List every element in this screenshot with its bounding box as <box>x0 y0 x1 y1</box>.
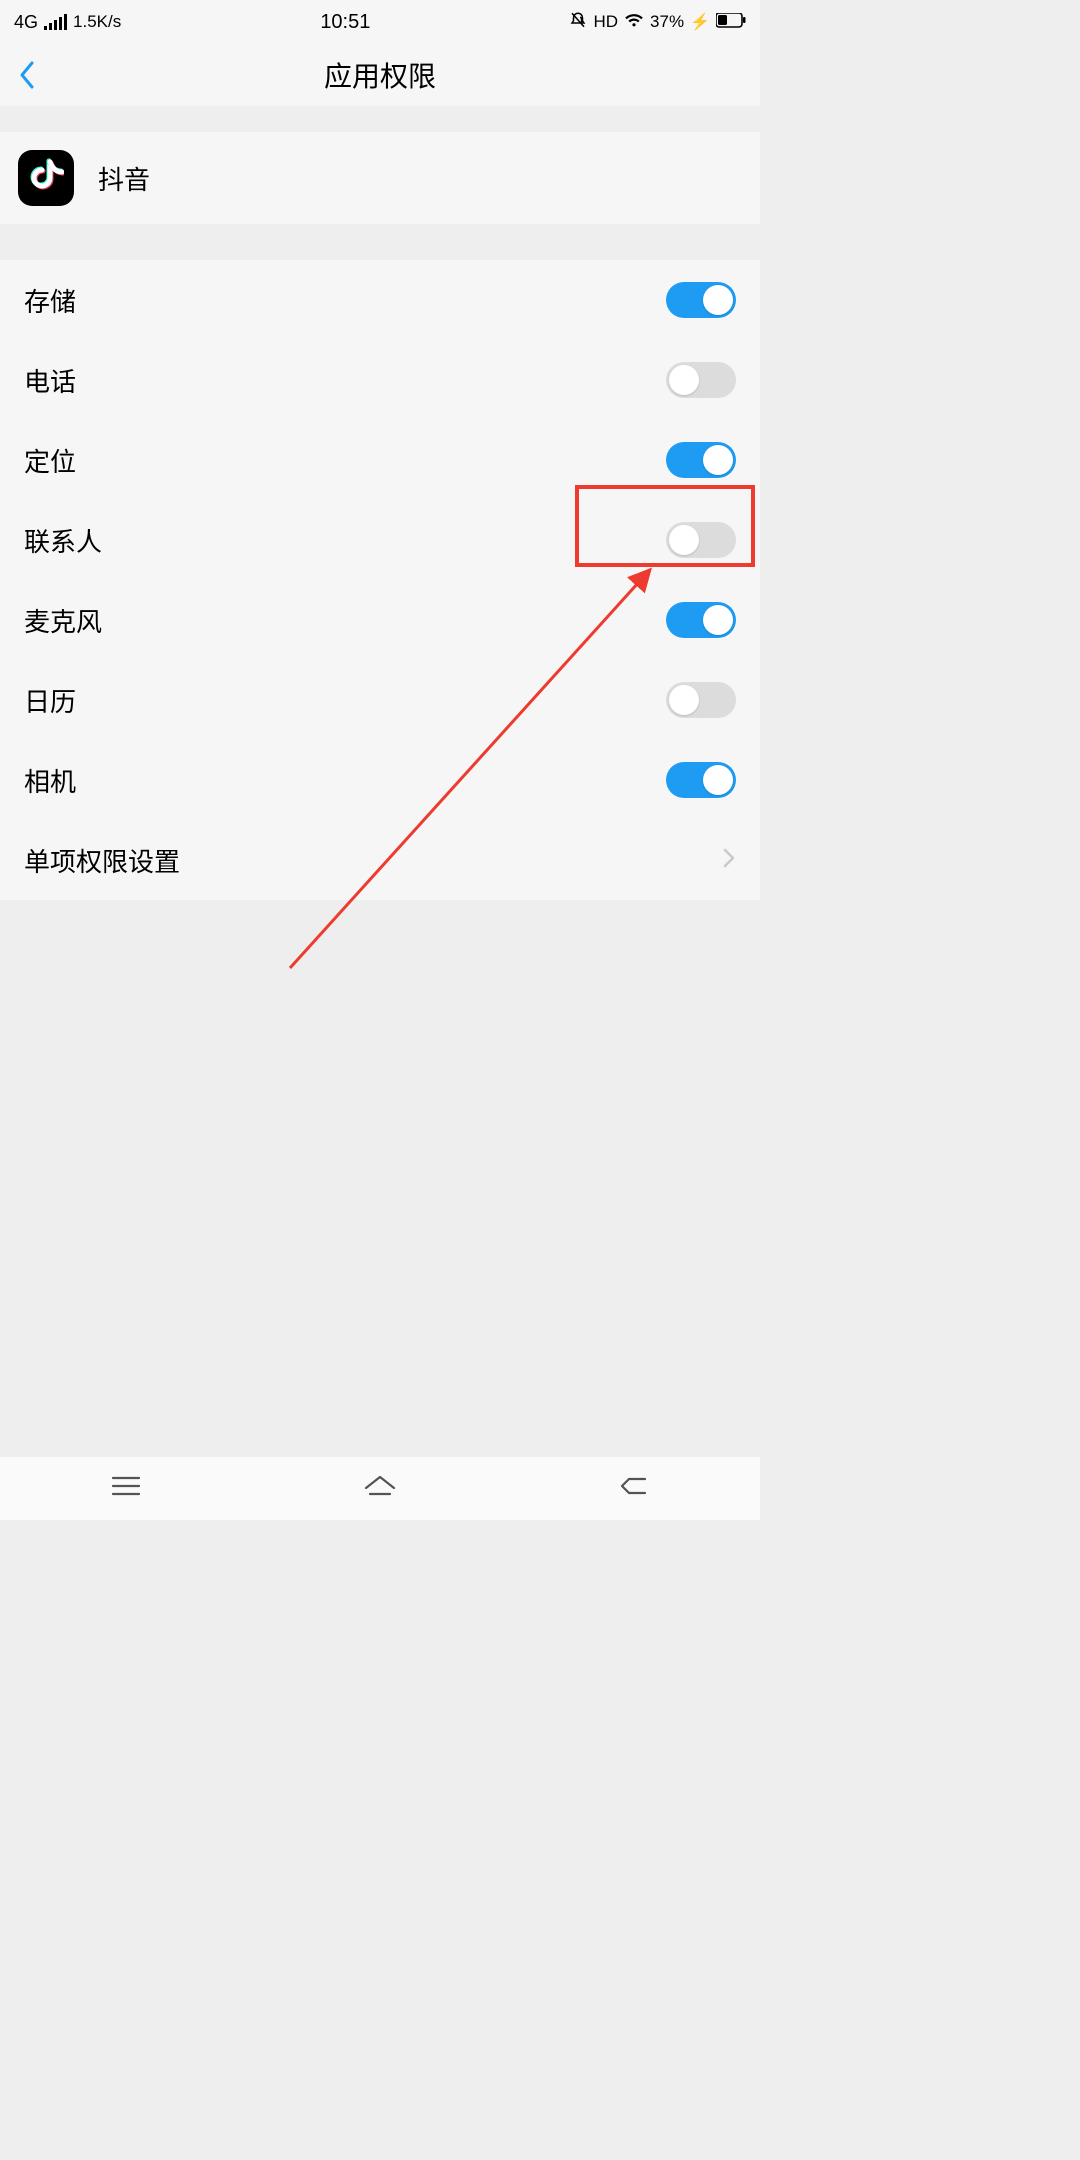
charging-icon: ⚡ <box>690 12 710 32</box>
mute-icon <box>569 11 587 34</box>
perm-label: 联系人 <box>24 522 102 559</box>
signal-icon <box>44 14 67 30</box>
perm-label: 单项权限设置 <box>24 842 180 879</box>
perm-label: 存储 <box>24 282 76 319</box>
perm-row-storage: 存储 <box>0 260 760 340</box>
status-right: HD 37% ⚡ <box>569 11 746 34</box>
app-icon <box>18 150 74 206</box>
perm-row-phone: 电话 <box>0 340 760 420</box>
perm-label: 相机 <box>24 762 76 799</box>
status-left: 4G 1.5K/s <box>14 12 121 33</box>
perm-row-single-settings[interactable]: 单项权限设置 <box>0 820 760 900</box>
app-header: 抖音 <box>0 132 760 224</box>
perm-label: 电话 <box>24 362 76 399</box>
perm-row-contacts: 联系人 <box>0 500 760 580</box>
perm-toggle-calendar[interactable] <box>666 682 736 718</box>
system-nav-bar <box>0 1456 760 1520</box>
perm-label: 麦克风 <box>24 602 102 639</box>
chevron-right-icon <box>722 847 736 874</box>
title-bar: 应用权限 <box>0 44 760 106</box>
perm-label: 日历 <box>24 682 76 719</box>
battery-pct: 37% <box>650 12 684 32</box>
battery-icon <box>716 12 746 33</box>
permission-list: 存储 电话 定位 联系人 麦克风 日历 相机 单项权限设置 <box>0 260 760 900</box>
perm-row-calendar: 日历 <box>0 660 760 740</box>
page-title: 应用权限 <box>324 55 436 95</box>
wifi-icon <box>624 12 644 33</box>
network-speed: 1.5K/s <box>73 12 121 32</box>
perm-toggle-storage[interactable] <box>666 282 736 318</box>
back-button[interactable] <box>18 60 48 90</box>
perm-toggle-location[interactable] <box>666 442 736 478</box>
status-bar: 4G 1.5K/s 10:51 HD 37% ⚡ <box>0 0 760 44</box>
network-label: 4G <box>14 12 38 33</box>
nav-recent-button[interactable] <box>111 1475 141 1502</box>
perm-row-camera: 相机 <box>0 740 760 820</box>
perm-toggle-camera[interactable] <box>666 762 736 798</box>
perm-row-location: 定位 <box>0 420 760 500</box>
nav-home-button[interactable] <box>364 1474 396 1503</box>
hd-label: HD <box>593 12 618 32</box>
perm-row-mic: 麦克风 <box>0 580 760 660</box>
nav-back-button[interactable] <box>619 1474 649 1503</box>
perm-toggle-phone[interactable] <box>666 362 736 398</box>
app-name: 抖音 <box>98 160 150 197</box>
perm-toggle-contacts[interactable] <box>666 522 736 558</box>
perm-label: 定位 <box>24 442 76 479</box>
perm-toggle-mic[interactable] <box>666 602 736 638</box>
status-time: 10:51 <box>320 11 370 34</box>
